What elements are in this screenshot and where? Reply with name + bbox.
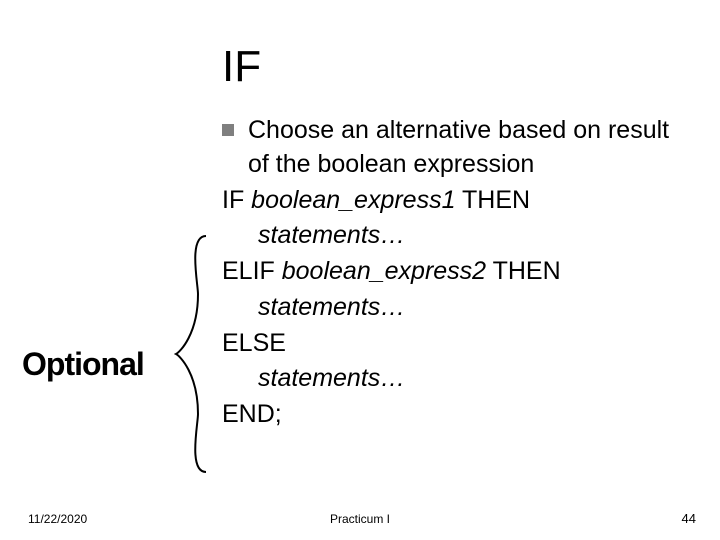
bullet-line: Choose an alternative based on result of… — [222, 114, 682, 182]
kw-if: IF — [222, 186, 251, 214]
code-line-5: ELSE — [222, 327, 682, 361]
code-line-6: statements… — [222, 362, 682, 396]
stmts-2: statements… — [258, 293, 405, 321]
optional-callout: Optional — [22, 348, 144, 380]
code-line-2: statements… — [222, 219, 682, 253]
footer-center: Practicum I — [0, 512, 720, 526]
code-line-7: END; — [222, 398, 682, 432]
stmts-1: statements… — [258, 221, 405, 249]
kw-then-1: THEN — [456, 186, 531, 214]
kw-end: END; — [222, 400, 282, 428]
code-line-4: statements… — [222, 291, 682, 325]
code-line-1: IF boolean_express1 THEN — [222, 184, 682, 218]
expr1: boolean_express1 — [251, 186, 455, 214]
bullet-text: Choose an alternative based on result of… — [248, 114, 682, 182]
slide: IF Choose an alternative based on result… — [0, 0, 720, 540]
slide-title: IF — [222, 42, 261, 92]
kw-then-2: THEN — [486, 257, 561, 285]
kw-else: ELSE — [222, 329, 286, 357]
slide-body: Choose an alternative based on result of… — [222, 114, 682, 432]
kw-elif: ELIF — [222, 257, 282, 285]
square-bullet-icon — [222, 124, 234, 136]
stmts-3: statements… — [258, 364, 405, 392]
brace-icon — [174, 234, 214, 474]
footer-page-number: 44 — [682, 511, 696, 526]
code-line-3: ELIF boolean_express2 THEN — [222, 255, 682, 289]
expr2: boolean_express2 — [282, 257, 486, 285]
